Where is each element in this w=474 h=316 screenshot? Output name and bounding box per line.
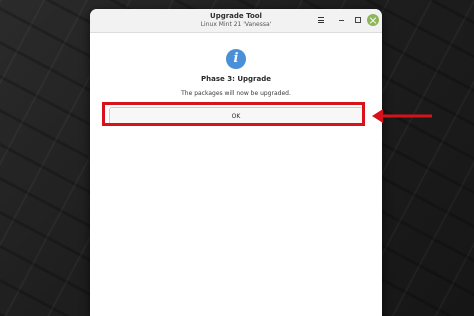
upgrade-tool-window: Upgrade Tool Linux Mint 21 'Vanessa' i P…	[90, 9, 382, 316]
minimize-button[interactable]	[336, 14, 348, 26]
menu-icon[interactable]	[316, 15, 326, 25]
titlebar: Upgrade Tool Linux Mint 21 'Vanessa'	[90, 9, 382, 33]
info-icon: i	[226, 49, 246, 69]
arrow-left-icon	[372, 109, 432, 123]
maximize-button[interactable]	[352, 14, 364, 26]
dialog-message: The packages will now be upgraded.	[181, 90, 291, 97]
close-button[interactable]	[367, 14, 379, 26]
dialog-heading: Phase 3: Upgrade	[201, 75, 271, 83]
highlight-box	[102, 102, 365, 126]
